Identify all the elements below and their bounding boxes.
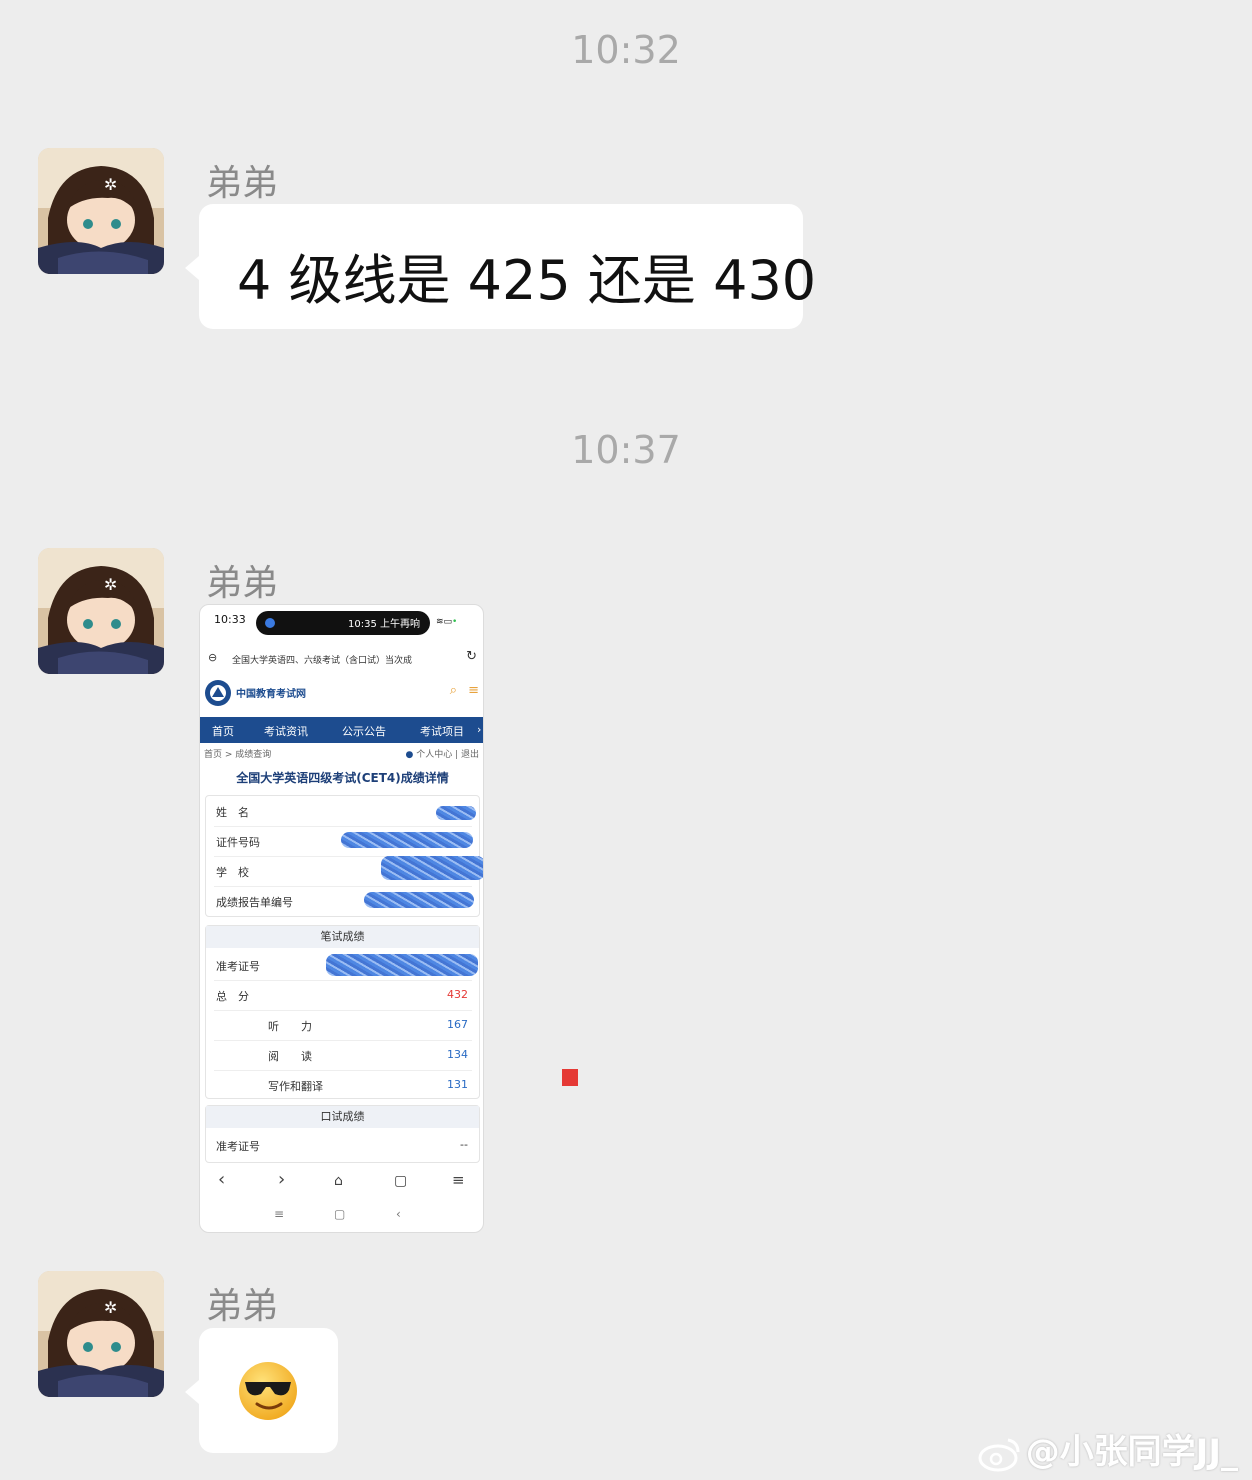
redaction-scribble bbox=[326, 954, 478, 976]
row-label: 阅 读 bbox=[268, 1050, 312, 1063]
svg-text:✲: ✲ bbox=[104, 575, 117, 594]
system-nav: ≡ ▢ ‹ bbox=[200, 1205, 483, 1227]
row-label: 准考证号 bbox=[216, 1140, 260, 1153]
row-value: 131 bbox=[447, 1078, 468, 1091]
sender-name: 弟弟 bbox=[206, 563, 279, 604]
weibo-logo-icon bbox=[978, 1438, 1020, 1471]
message-bubble[interactable]: 4 级线是 425 还是 430 bbox=[185, 204, 816, 329]
row-label: 证件号码 bbox=[216, 836, 260, 849]
url-text: 全国大学英语四、六级考试（含口试）当次成 bbox=[232, 656, 413, 666]
score-row: 准考证号 -- bbox=[214, 1130, 472, 1160]
row-label: 姓 名 bbox=[216, 806, 249, 819]
info-row: 姓 名 bbox=[214, 796, 472, 827]
row-value: -- bbox=[460, 1138, 468, 1151]
page-title: 全国大学英语四级考试(CET4)成绩详情 bbox=[236, 771, 449, 785]
row-label: 总 分 bbox=[216, 990, 249, 1003]
dynamic-island: 10:35 上午再响 bbox=[256, 611, 430, 635]
timestamp: 10:32 bbox=[571, 28, 681, 72]
info-card: 姓 名 证件号码 学 校 成绩报告单编号 bbox=[205, 795, 483, 917]
score-row: 听 力 167 bbox=[214, 1010, 472, 1041]
menu-icon[interactable]: ≡ bbox=[452, 1171, 465, 1189]
site-logo-icon bbox=[205, 680, 231, 706]
user-links[interactable]: ● 个人中心 | 退出 bbox=[406, 747, 480, 760]
image-message[interactable]: 10:33 10:35 上午再响 ≋▭• ⊖ 全国大学英语四、六级考试（含口试）… bbox=[199, 604, 484, 1233]
avatar[interactable]: ✲ bbox=[38, 148, 164, 274]
redaction-scribble bbox=[436, 806, 476, 820]
svg-text:✲: ✲ bbox=[104, 1298, 117, 1317]
alarm-icon bbox=[265, 618, 275, 628]
browser-toolbar: ‹ › ⌂ ▢ ≡ bbox=[200, 1165, 483, 1199]
redaction-scribble bbox=[364, 892, 474, 908]
redaction-scribble bbox=[381, 856, 483, 880]
score-row: 写作和翻译 131 bbox=[214, 1070, 472, 1100]
nav-item[interactable]: 公示公告 bbox=[342, 723, 386, 739]
site-name: 中国教育考试网 bbox=[236, 689, 306, 700]
redaction-scribble bbox=[341, 832, 473, 848]
wifi-battery-icon: ≋▭• bbox=[436, 617, 458, 627]
nav-item[interactable]: 首页 bbox=[212, 723, 234, 739]
svg-text:✲: ✲ bbox=[104, 175, 117, 194]
red-marker bbox=[562, 1069, 578, 1086]
section-title: 口试成绩 bbox=[206, 1106, 479, 1128]
score-row: 总 分 432 bbox=[214, 980, 472, 1011]
reload-icon[interactable]: ↻ bbox=[466, 649, 477, 664]
sunglasses-emoji-icon bbox=[239, 1362, 297, 1420]
row-value: 134 bbox=[447, 1048, 468, 1061]
message-text: 4 级线是 425 还是 430 bbox=[237, 249, 817, 312]
back-key-icon[interactable]: ‹ bbox=[396, 1207, 401, 1221]
home-key-icon[interactable]: ▢ bbox=[334, 1207, 345, 1221]
oral-score-card: 口试成绩 准考证号 -- bbox=[205, 1105, 480, 1163]
score-row: 阅 读 134 bbox=[214, 1040, 472, 1071]
total-score: 432 bbox=[447, 988, 468, 1001]
avatar[interactable]: ✲ bbox=[38, 1271, 164, 1397]
home-icon[interactable]: ⌂ bbox=[334, 1173, 343, 1189]
user-icon: ● bbox=[405, 750, 414, 760]
sender-name: 弟弟 bbox=[206, 163, 279, 204]
island-text: 10:35 上午再响 bbox=[348, 619, 420, 630]
row-label: 写作和翻译 bbox=[268, 1080, 323, 1093]
chevron-right-icon[interactable]: › bbox=[477, 723, 481, 736]
section-title: 笔试成绩 bbox=[206, 926, 479, 948]
forward-icon[interactable]: › bbox=[278, 1169, 285, 1190]
back-icon[interactable]: ‹ bbox=[218, 1169, 225, 1190]
row-value: 167 bbox=[447, 1018, 468, 1031]
written-score-card: 笔试成绩 准考证号 总 分 432 听 力 167 阅 读 134 写作和翻译 … bbox=[205, 925, 480, 1099]
tab-icon[interactable]: ⊖ bbox=[208, 651, 217, 664]
search-icon[interactable]: ⌕ bbox=[450, 683, 457, 698]
site-header: 中国教育考试网 ⌕ ≡ bbox=[200, 677, 483, 713]
recents-icon[interactable]: ≡ bbox=[274, 1207, 284, 1221]
tabs-icon[interactable]: ▢ bbox=[394, 1173, 407, 1189]
anime-girl-avatar-icon: ✲ bbox=[38, 548, 164, 674]
watermark-text: @小张同学JJ_ bbox=[1025, 1432, 1238, 1472]
anime-girl-avatar-icon: ✲ bbox=[38, 1271, 164, 1397]
avatar[interactable]: ✲ bbox=[38, 548, 164, 674]
message-bubble[interactable] bbox=[185, 1328, 338, 1453]
timestamp: 10:37 bbox=[571, 428, 681, 472]
row-label: 听 力 bbox=[268, 1020, 312, 1033]
row-label: 成绩报告单编号 bbox=[216, 896, 293, 909]
status-time: 10:33 bbox=[214, 613, 246, 626]
row-label: 准考证号 bbox=[216, 960, 260, 973]
nav-item[interactable]: 考试资讯 bbox=[264, 723, 308, 739]
nav-item[interactable]: 考试项目 bbox=[420, 723, 464, 739]
anime-girl-avatar-icon: ✲ bbox=[38, 148, 164, 274]
sender-name: 弟弟 bbox=[206, 1286, 279, 1327]
site-nav: 首页 考试资讯 公示公告 考试项目 › bbox=[200, 717, 483, 743]
menu-icon[interactable]: ≡ bbox=[468, 683, 479, 698]
breadcrumb: 首页 > 成绩查询 bbox=[204, 750, 272, 760]
row-label: 学 校 bbox=[216, 866, 249, 879]
url-bar[interactable]: ⊖ 全国大学英语四、六级考试（含口试）当次成 ↻ bbox=[200, 645, 483, 671]
weibo-watermark: @小张同学JJ_ bbox=[978, 1424, 1238, 1473]
user-links-text: 个人中心 | 退出 bbox=[416, 750, 479, 760]
